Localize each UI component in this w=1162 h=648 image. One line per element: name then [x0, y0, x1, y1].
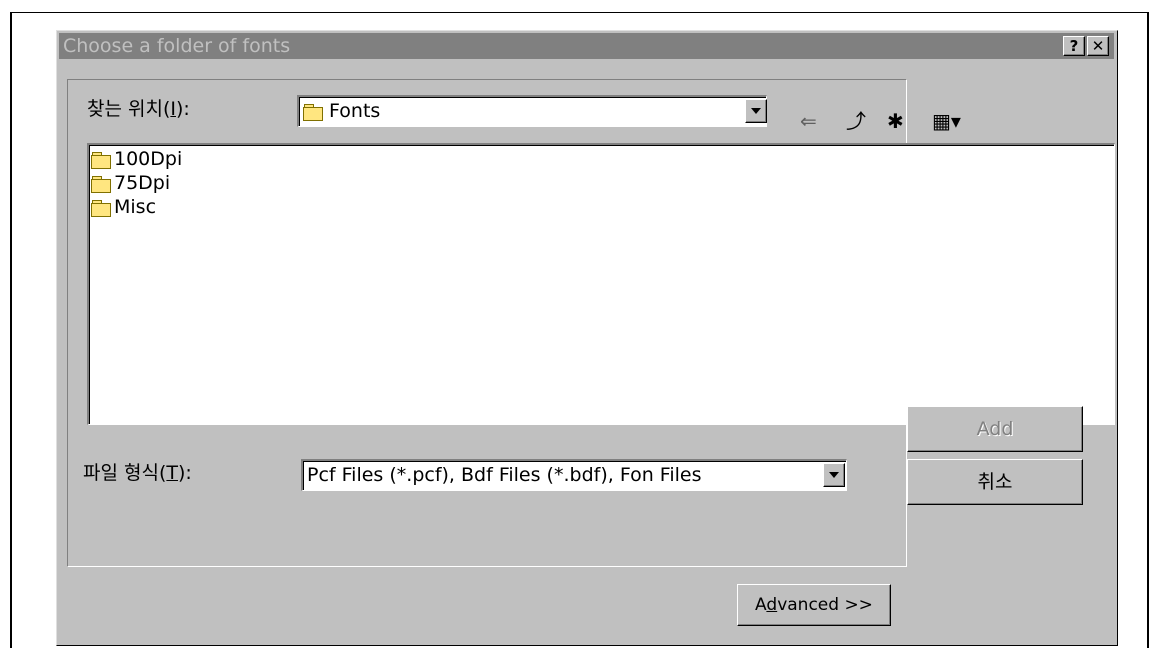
outer-frame-top	[10, 12, 1149, 13]
close-button[interactable]: ✕	[1087, 36, 1109, 56]
list-item[interactable]: 100Dpi	[91, 147, 182, 171]
look-in-label: 찾는 위치(I):	[87, 98, 190, 120]
folder-icon	[91, 151, 111, 169]
look-in-combo[interactable]: Fonts	[297, 95, 767, 127]
file-type-dropdown-button[interactable]	[823, 463, 845, 487]
new-folder-icon[interactable]: ✱	[887, 109, 904, 133]
back-arrow-icon[interactable]: ⇐	[800, 109, 817, 133]
cancel-button[interactable]: 취소	[907, 459, 1083, 505]
outer-frame-right	[1147, 12, 1149, 648]
file-type-combo[interactable]: Pcf Files (*.pcf), Bdf Files (*.bdf), Fo…	[301, 459, 847, 491]
list-item[interactable]: Misc	[91, 195, 156, 219]
open-folder-icon	[303, 103, 323, 121]
advanced-button[interactable]: Advanced >>	[737, 584, 891, 626]
outer-frame-left	[10, 12, 12, 648]
help-button[interactable]: ?	[1063, 36, 1085, 56]
folder-icon	[91, 199, 111, 217]
up-folder-icon[interactable]: ⤴	[846, 109, 866, 133]
file-type-value: Pcf Files (*.pcf), Bdf Files (*.bdf), Fo…	[307, 464, 702, 486]
add-button[interactable]: Add	[907, 406, 1083, 452]
dialog-title: Choose a folder of fonts	[63, 35, 291, 57]
file-list[interactable]: 100Dpi 75Dpi Misc	[87, 143, 1115, 425]
choose-folder-dialog: Choose a folder of fonts ? ✕ 찾는 위치(I): F…	[56, 30, 1118, 646]
look-in-dropdown-button[interactable]	[745, 99, 767, 123]
folder-icon	[91, 175, 111, 193]
look-in-value: Fonts	[329, 100, 381, 122]
title-bar[interactable]: Choose a folder of fonts ? ✕	[59, 33, 1114, 59]
list-item[interactable]: 75Dpi	[91, 171, 170, 195]
view-menu-icon[interactable]: ▦▾	[932, 109, 961, 133]
file-type-label: 파일 형식(T):	[83, 462, 192, 484]
